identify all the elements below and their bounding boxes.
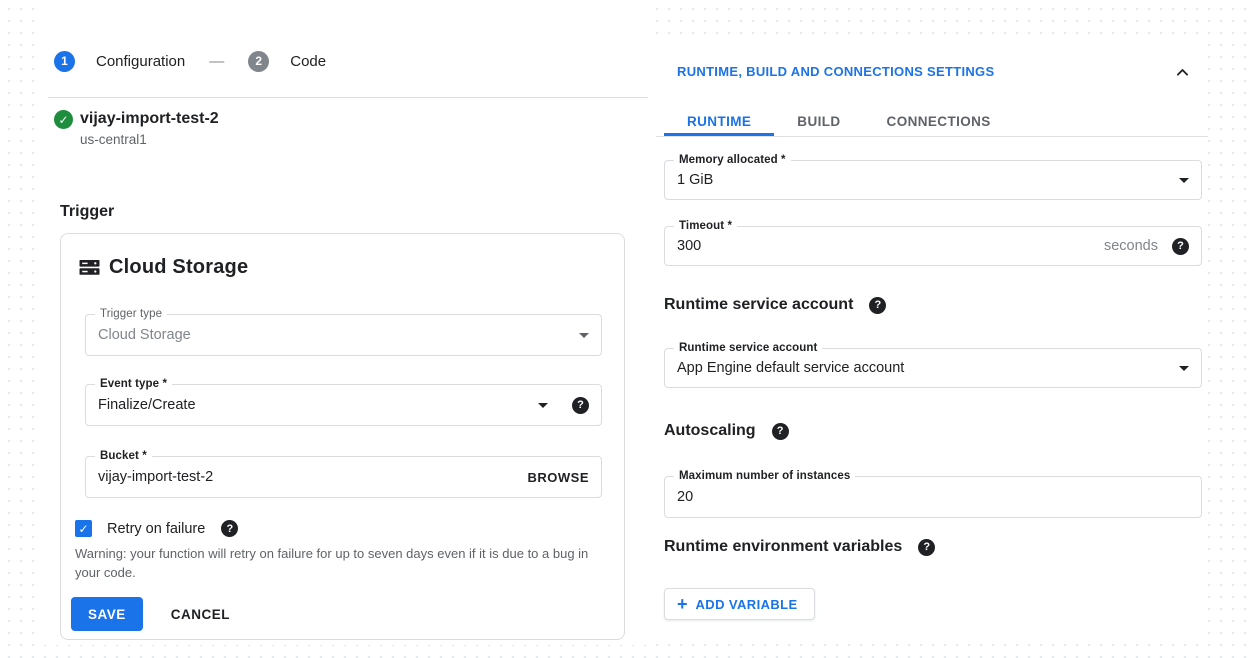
runtime-service-account-heading: Runtime service account ? — [664, 296, 886, 314]
event-type-select[interactable]: Event type * Finalize/Create ? — [85, 384, 602, 426]
bucket-label: Bucket * — [95, 450, 152, 462]
trigger-type-label: Trigger type — [95, 308, 167, 320]
max-instances-label: Maximum number of instances — [674, 470, 855, 482]
cancel-button[interactable]: CANCEL — [165, 597, 236, 631]
step-2-label[interactable]: Code — [290, 53, 326, 70]
memory-allocated-value: 1 GiB — [677, 172, 1179, 188]
add-variable-label: ADD VARIABLE — [696, 597, 798, 612]
runtime-settings-panel: RUNTIME, BUILD AND CONNECTIONS SETTINGS … — [656, 42, 1208, 644]
autoscaling-help-icon[interactable]: ? — [772, 423, 789, 440]
runtime-service-account-select[interactable]: Runtime service account App Engine defau… — [664, 348, 1202, 388]
retry-label: Retry on failure — [107, 521, 205, 537]
retry-row: ✓ Retry on failure ? — [75, 520, 238, 537]
tab-build[interactable]: BUILD — [774, 106, 863, 136]
function-name: vijay-import-test-2 — [80, 110, 219, 128]
event-type-help-icon[interactable]: ? — [572, 397, 589, 414]
bucket-input[interactable] — [98, 469, 528, 485]
trigger-card-actions: SAVE CANCEL — [71, 597, 236, 631]
bucket-field: Bucket * BROWSE — [85, 456, 602, 498]
max-instances-field: Maximum number of instances — [664, 476, 1202, 518]
retry-warning-text: Warning: your function will retry on fai… — [75, 544, 605, 582]
stepper-divider — [48, 97, 648, 98]
trigger-card-title: Cloud Storage — [109, 256, 248, 279]
runtime-service-account-label: Runtime service account — [674, 342, 822, 354]
memory-allocated-select[interactable]: Memory allocated * 1 GiB — [664, 160, 1202, 200]
timeout-help-icon[interactable]: ? — [1172, 238, 1189, 255]
save-button[interactable]: SAVE — [71, 597, 143, 631]
step-2-badge[interactable]: 2 — [248, 51, 269, 72]
memory-allocated-label: Memory allocated * — [674, 154, 791, 166]
cloud-storage-icon — [79, 258, 100, 277]
add-variable-button[interactable]: + ADD VARIABLE — [664, 588, 815, 620]
max-instances-input[interactable] — [677, 489, 1189, 505]
timeout-unit: seconds — [1104, 238, 1158, 254]
runtime-service-account-help-icon[interactable]: ? — [869, 297, 886, 314]
dropdown-arrow-icon — [1179, 366, 1189, 371]
settings-expander-header[interactable]: RUNTIME, BUILD AND CONNECTIONS SETTINGS — [677, 64, 994, 79]
trigger-card: Cloud Storage Trigger type Cloud Storage… — [60, 233, 625, 640]
runtime-service-account-value: App Engine default service account — [677, 360, 1179, 376]
page-background: 1 Configuration — 2 Code ✓ vijay-import-… — [0, 0, 1252, 658]
chevron-up-icon — [1174, 64, 1191, 81]
tab-runtime[interactable]: RUNTIME — [664, 106, 774, 136]
trigger-type-select[interactable]: Trigger type Cloud Storage — [85, 314, 602, 356]
event-type-label: Event type * — [95, 378, 172, 390]
dropdown-arrow-icon — [579, 333, 589, 338]
timeout-input[interactable] — [677, 238, 1104, 254]
timeout-label: Timeout * — [674, 220, 737, 232]
autoscaling-heading: Autoscaling ? — [664, 422, 789, 440]
step-separator: — — [209, 53, 224, 70]
dropdown-arrow-icon — [1179, 178, 1189, 183]
trigger-card-header: Cloud Storage — [79, 256, 248, 279]
retry-help-icon[interactable]: ? — [221, 520, 238, 537]
plus-icon: + — [677, 595, 688, 613]
browse-button[interactable]: BROWSE — [528, 470, 590, 485]
configuration-panel: 1 Configuration — 2 Code ✓ vijay-import-… — [44, 0, 648, 645]
retry-checkbox[interactable]: ✓ — [75, 520, 92, 537]
tab-connections[interactable]: CONNECTIONS — [864, 106, 1014, 136]
wizard-stepper: 1 Configuration — 2 Code — [54, 50, 326, 72]
env-variables-help-icon[interactable]: ? — [918, 539, 935, 556]
step-1-label[interactable]: Configuration — [96, 53, 185, 70]
success-check-icon: ✓ — [54, 110, 73, 129]
trigger-type-value: Cloud Storage — [98, 327, 579, 343]
collapse-chevron-button[interactable] — [1170, 60, 1194, 84]
event-type-value: Finalize/Create — [98, 397, 538, 413]
settings-tabs: RUNTIME BUILD CONNECTIONS — [656, 106, 1208, 137]
timeout-field: Timeout * seconds ? — [664, 226, 1202, 266]
trigger-section-heading: Trigger — [60, 203, 114, 221]
dropdown-arrow-icon — [538, 403, 548, 408]
step-1-badge[interactable]: 1 — [54, 51, 75, 72]
function-region: us-central1 — [80, 132, 147, 147]
env-variables-heading: Runtime environment variables ? — [664, 538, 935, 556]
